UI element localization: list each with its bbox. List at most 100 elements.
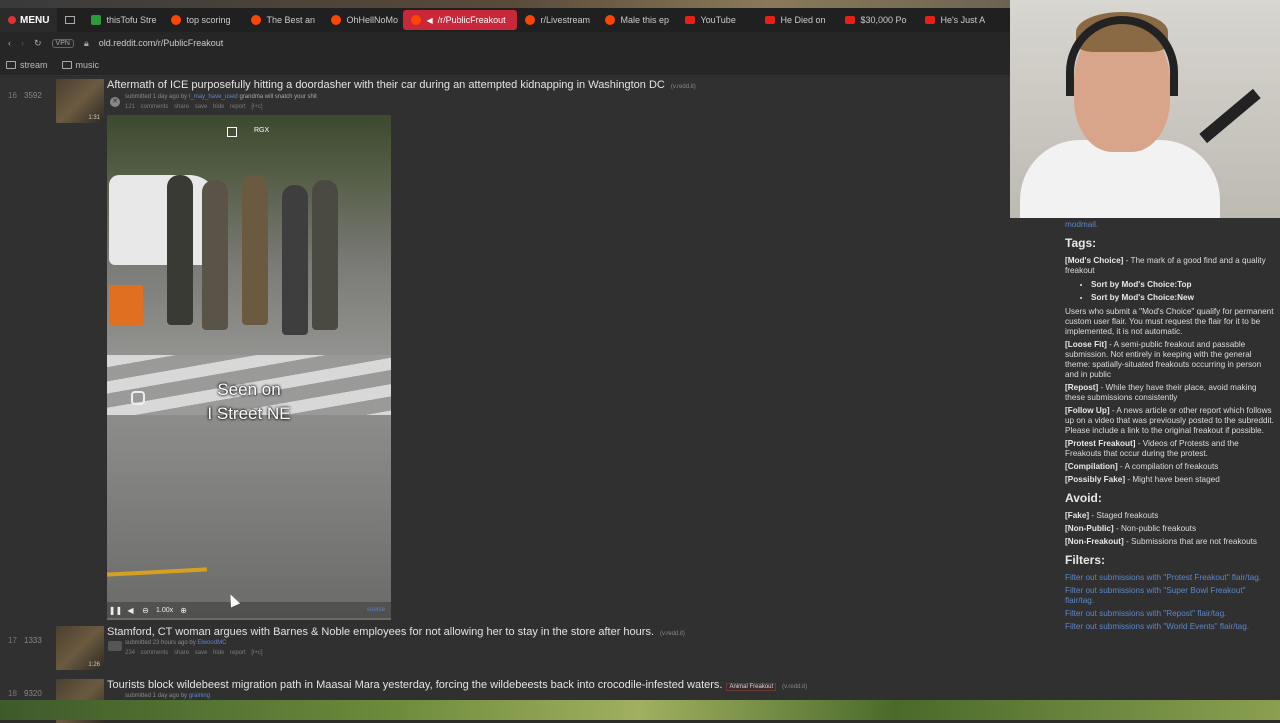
- volume-icon[interactable]: ◀: [126, 606, 135, 615]
- video-person: [167, 175, 193, 325]
- tab-9[interactable]: $30,000 Po: [837, 10, 917, 30]
- modmail-link-text[interactable]: modmail.: [1065, 220, 1098, 229]
- filter-link-text[interactable]: Filter out submissions with "Protest Fre…: [1065, 573, 1261, 582]
- post-title[interactable]: Tourists block wildebeest migration path…: [107, 679, 807, 691]
- bookmark-label: stream: [20, 59, 48, 70]
- subreddit-sidebar: modmail. Tags: [Mod's Choice] - The mark…: [1065, 220, 1275, 635]
- tag-protest-freakout: [Protest Freakout] - Videos of Protests …: [1065, 439, 1275, 459]
- youtube-icon: [925, 16, 936, 24]
- post-rank: 18: [8, 689, 17, 698]
- back-icon[interactable]: ‹: [8, 38, 11, 48]
- tab-1[interactable]: top scoring: [163, 10, 243, 30]
- speed-increase-icon[interactable]: ⊕: [179, 606, 188, 615]
- orange-barrier: [109, 285, 143, 325]
- youtube-icon: [765, 16, 776, 24]
- post-score: 1333: [24, 636, 42, 645]
- tab-7[interactable]: YouTube: [677, 10, 757, 30]
- post-actions[interactable]: 234 comments share save hide report [l+c…: [125, 650, 263, 656]
- video-person: [202, 180, 228, 330]
- post-meta: submitted 1 day ago by graining: [125, 693, 210, 699]
- post-item: 16 3592 1:31 Aftermath of ICE purposeful…: [0, 77, 1010, 620]
- post-flair[interactable]: Animal Freakout: [726, 683, 777, 691]
- pip-icon[interactable]: [227, 127, 237, 137]
- tab-label: Male this ep: [620, 15, 669, 25]
- post-thumbnail[interactable]: 1:26: [56, 626, 104, 670]
- tag-repost: [Repost] - While they have their place, …: [1065, 383, 1275, 403]
- post-title[interactable]: Aftermath of ICE purposefully hitting a …: [107, 79, 696, 91]
- tab-10[interactable]: He's Just A: [917, 10, 997, 30]
- address-bar: ‹ › ↻ VPN 🔒︎ old.reddit.com/r/PublicFrea…: [0, 32, 1010, 54]
- tag-label: [Compilation]: [1065, 462, 1118, 471]
- reddit-icon: [171, 15, 182, 25]
- post-meta: submitted 1 day ago by I_may_have_used g…: [125, 94, 317, 100]
- post-author[interactable]: ElwoodMC: [197, 640, 226, 646]
- close-video-icon[interactable]: ✕: [110, 97, 120, 107]
- tab-label: He Died on: [780, 15, 826, 25]
- post-rank: 16: [8, 91, 17, 100]
- reddit-icon: [605, 15, 616, 25]
- tab-3[interactable]: OhHellNoMo: [323, 10, 403, 30]
- avoid-non-public: [Non-Public] - Non-public freakouts: [1065, 524, 1275, 534]
- forward-icon[interactable]: ›: [21, 38, 24, 48]
- post-domain[interactable]: (v.redd.it): [671, 84, 696, 90]
- post-thumbnail[interactable]: 1:31: [56, 79, 104, 123]
- post-author[interactable]: graining: [189, 693, 210, 699]
- bookmark-music[interactable]: music: [61, 60, 99, 70]
- post-actions[interactable]: 121 comments share save hide report [l+c…: [125, 104, 263, 110]
- filter-link-text[interactable]: Filter out submissions with "Super Bowl …: [1065, 586, 1246, 605]
- post-score: 3592: [24, 91, 42, 100]
- tag-desc: - Non-public freakouts: [1113, 524, 1197, 533]
- tab-5[interactable]: r/Livestream: [517, 10, 597, 30]
- video-player[interactable]: RGX Seen on I Street NE: [107, 115, 391, 620]
- tab-4-active[interactable]: ◀ /r/PublicFreakout: [403, 10, 518, 30]
- post-title-text[interactable]: Aftermath of ICE purposefully hitting a …: [107, 79, 665, 91]
- post-title-text[interactable]: Stamford, CT woman argues with Barnes & …: [107, 626, 654, 638]
- bookmark-stream[interactable]: stream: [6, 60, 48, 70]
- tab-snapshot-icon[interactable]: [65, 16, 76, 24]
- reload-icon[interactable]: ↻: [34, 38, 42, 49]
- tab-2[interactable]: The Best an: [243, 10, 323, 30]
- menu-label: MENU: [20, 14, 50, 26]
- lock-icon[interactable]: 🔒︎: [84, 38, 89, 49]
- tab-0[interactable]: thisTofu Stre: [83, 10, 163, 30]
- video-person: [312, 180, 338, 330]
- tag-label: [Fake]: [1065, 511, 1090, 520]
- post-author[interactable]: I_may_have_used: [189, 94, 238, 100]
- post-meta: submitted 23 hours ago by ElwoodMC: [125, 640, 226, 646]
- post-title-text[interactable]: Tourists block wildebeest migration path…: [107, 679, 722, 691]
- tag-label: [Non-Public]: [1065, 524, 1114, 533]
- post-submitted: submitted 23 hours ago by: [125, 640, 196, 646]
- pause-icon[interactable]: ❚❚: [109, 606, 122, 615]
- filter-link[interactable]: Filter out submissions with "Protest Fre…: [1065, 573, 1275, 583]
- sort-top-link[interactable]: Sort by Mod's Choice:Top: [1091, 280, 1275, 290]
- play-video-icon[interactable]: [108, 641, 122, 651]
- url-field[interactable]: old.reddit.com/r/PublicFreakout: [99, 38, 224, 48]
- tag-label: [Repost]: [1065, 383, 1099, 392]
- filter-link-text[interactable]: Filter out submissions with "World Event…: [1065, 622, 1249, 631]
- filter-link-text[interactable]: Filter out submissions with "Repost" fla…: [1065, 609, 1226, 618]
- browser-menu-button[interactable]: MENU: [0, 8, 58, 32]
- post-rank: 17: [8, 636, 17, 645]
- tab-8[interactable]: He Died on: [757, 10, 837, 30]
- tags-heading: Tags:: [1065, 236, 1097, 250]
- tag-desc: - A compilation of freakouts: [1117, 462, 1219, 471]
- video-road: [107, 415, 391, 620]
- filter-link[interactable]: Filter out submissions with "Super Bowl …: [1065, 586, 1275, 606]
- tab-6[interactable]: Male this ep: [597, 10, 677, 30]
- post-title[interactable]: Stamford, CT woman argues with Barnes & …: [107, 626, 685, 638]
- modmail-link[interactable]: modmail.: [1065, 220, 1275, 230]
- post-domain[interactable]: (v.redd.it): [782, 684, 807, 690]
- post-domain[interactable]: (v.redd.it): [660, 631, 685, 637]
- tag-label: [Non-Freakout]: [1065, 537, 1124, 546]
- speaker-icon[interactable]: ◀: [426, 16, 432, 25]
- filter-link[interactable]: Filter out submissions with "Repost" fla…: [1065, 609, 1275, 619]
- sort-new-link[interactable]: Sort by Mod's Choice:New: [1091, 293, 1275, 303]
- source-link[interactable]: source: [367, 607, 385, 613]
- filter-link[interactable]: Filter out submissions with "World Event…: [1065, 622, 1275, 632]
- video-controls: ❚❚ ◀ ⊖ 1.00x ⊕ source: [107, 602, 391, 618]
- tag-label: [Protest Freakout]: [1065, 439, 1136, 448]
- tab-label: The Best an: [266, 15, 315, 25]
- folder-icon: [6, 60, 16, 69]
- vpn-badge[interactable]: VPN: [51, 38, 74, 48]
- speed-decrease-icon[interactable]: ⊖: [141, 606, 150, 615]
